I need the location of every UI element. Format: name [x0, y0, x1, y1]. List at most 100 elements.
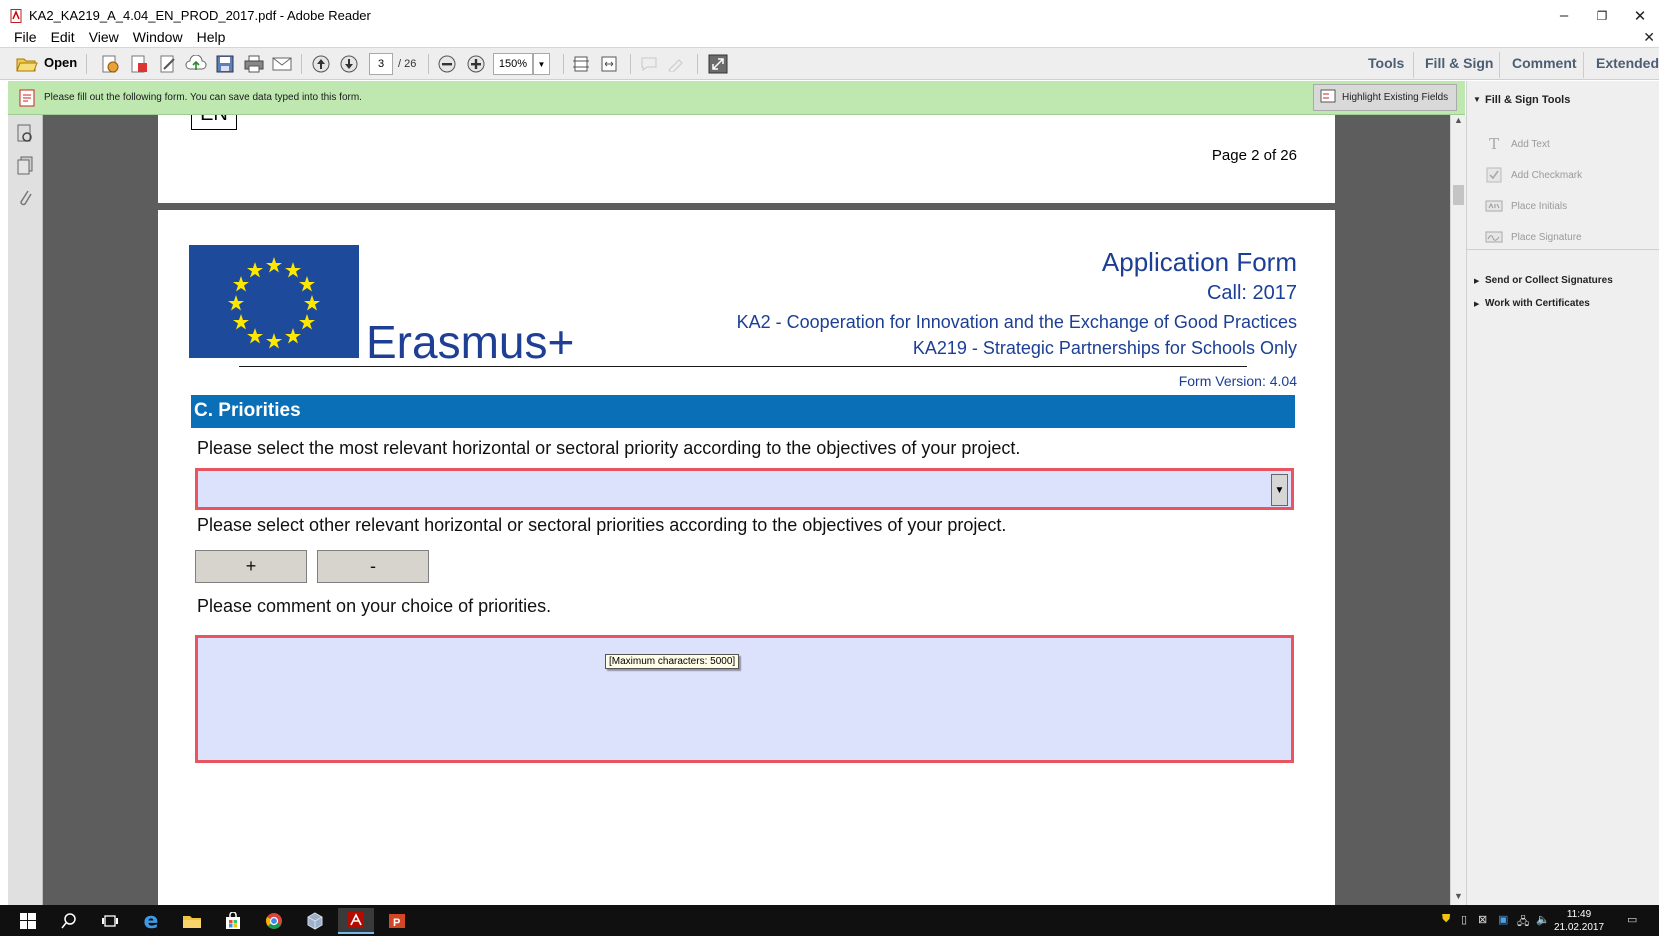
task-view-icon[interactable] [92, 908, 128, 934]
send-collect-signatures-section[interactable]: Send or Collect Signatures [1485, 275, 1613, 286]
form-action-ka2: KA2 - Cooperation for Innovation and the… [736, 312, 1297, 332]
comment-question: Please comment on your choice of priorit… [197, 596, 552, 616]
app-cube-icon[interactable] [297, 908, 333, 934]
priority-question: Please select the most relevant horizont… [197, 438, 1021, 458]
save-icon[interactable] [213, 53, 237, 75]
layers-icon[interactable] [16, 156, 36, 176]
document-viewport[interactable]: EN Page 2 of 26 [43, 115, 1450, 905]
expand-triangle-icon[interactable]: ▶ [1474, 300, 1479, 308]
menu-view[interactable]: View [89, 29, 119, 45]
fit-page-icon[interactable] [570, 53, 592, 75]
cloud-upload-icon[interactable] [184, 53, 208, 75]
eu-flag-logo [189, 245, 359, 358]
zoom-level-input[interactable]: 150% [493, 53, 533, 75]
windows-start-icon[interactable] [10, 908, 46, 934]
page-number-input[interactable]: 3 [369, 53, 393, 75]
dropdown-arrow-icon[interactable]: ▼ [1271, 474, 1288, 506]
page-number-label: Page 2 of 26 [1211, 147, 1297, 164]
window-title: KA2_KA219_A_4.04_EN_PROD_2017.pdf - Adob… [29, 8, 371, 23]
edit-pdf-icon[interactable] [156, 53, 180, 75]
collapse-triangle-icon[interactable]: ▼ [1473, 95, 1481, 104]
file-explorer-icon[interactable] [174, 908, 210, 934]
remove-priority-button[interactable]: - [317, 550, 429, 583]
language-code-box: EN [191, 115, 237, 130]
menu-window[interactable]: Window [133, 29, 183, 45]
next-page-icon[interactable] [338, 53, 360, 75]
fit-width-icon[interactable] [598, 53, 620, 75]
combine-files-icon[interactable] [127, 53, 151, 75]
scrollbar-thumb[interactable] [1453, 185, 1464, 205]
other-priorities-question: Please select other relevant horizontal … [197, 515, 1007, 535]
system-clock[interactable]: 11:49 21.02.2017 [1547, 908, 1611, 934]
add-priority-button[interactable]: + [195, 550, 307, 583]
extended-pane-button[interactable]: Extended [1596, 55, 1659, 71]
add-text-label: Add Text [1511, 138, 1550, 150]
previous-page-icon[interactable] [310, 53, 332, 75]
pdf-file-icon [9, 8, 23, 23]
open-button[interactable]: Open [44, 55, 77, 70]
chrome-icon[interactable] [256, 908, 292, 934]
place-signature-tool[interactable]: Place Signature [1485, 229, 1582, 245]
tray-app-icon[interactable]: ⊠ [1478, 913, 1487, 926]
header-divider [239, 366, 1247, 367]
previous-page: EN Page 2 of 26 [158, 115, 1335, 203]
add-checkmark-label: Add Checkmark [1511, 169, 1583, 181]
text-icon: T [1488, 135, 1499, 153]
security-shield-icon[interactable]: ⛊ [1442, 913, 1450, 926]
place-initials-tool[interactable]: Place Initials [1485, 198, 1567, 214]
fill-sign-pane-button[interactable]: Fill & Sign [1425, 55, 1493, 71]
section-header: C. Priorities [191, 395, 1295, 428]
battery-icon[interactable]: ▯ [1461, 913, 1467, 926]
highlight-fields-button[interactable]: Highlight Existing Fields [1313, 84, 1457, 111]
erasmus-plus-logo-text: Erasmus+ [366, 316, 575, 368]
menu-file[interactable]: File [14, 29, 37, 45]
create-pdf-icon[interactable] [98, 53, 122, 75]
initials-icon [1485, 200, 1503, 212]
priorities-comment-field[interactable]: [Maximum characters: 5000] [195, 635, 1294, 763]
vertical-scrollbar[interactable]: ▲ ▼ [1450, 115, 1466, 905]
comment-bubble-icon [638, 53, 660, 75]
panel-divider [1467, 249, 1659, 250]
main-priority-dropdown[interactable]: ▼ [195, 468, 1294, 510]
windows-taskbar: e P ⛊ ▯ ⊠ ▣ 🖧 🔈 11:49 21.02.2017 ▭ [0, 905, 1659, 936]
menu-help[interactable]: Help [197, 29, 226, 45]
fill-sign-tools-header[interactable]: Fill & Sign Tools [1485, 94, 1570, 106]
zoom-dropdown-icon[interactable]: ▼ [533, 53, 550, 75]
place-initials-label: Place Initials [1511, 200, 1568, 212]
print-icon[interactable] [242, 53, 266, 75]
add-text-tool[interactable]: T Add Text [1485, 135, 1550, 153]
left-navigation-pane [8, 115, 43, 905]
work-with-certificates-section[interactable]: Work with Certificates [1485, 298, 1590, 309]
max-characters-tooltip: [Maximum characters: 5000] [605, 654, 740, 669]
tools-pane-button[interactable]: Tools [1368, 55, 1404, 71]
expand-triangle-icon[interactable]: ▶ [1474, 277, 1479, 285]
open-folder-icon[interactable] [14, 53, 40, 75]
store-icon[interactable] [215, 908, 251, 934]
full-screen-icon[interactable] [706, 53, 730, 75]
page-thumbnails-icon[interactable] [16, 124, 36, 144]
fill-sign-panel: ▼ Fill & Sign Tools T Add Text Add Check… [1466, 81, 1659, 905]
zoom-out-icon[interactable] [436, 53, 458, 75]
comment-pane-button[interactable]: Comment [1512, 55, 1577, 71]
clock-date: 21.02.2017 [1553, 922, 1605, 933]
document-close-icon[interactable]: ✕ [1643, 29, 1655, 46]
clock-time: 11:49 [1566, 909, 1592, 920]
network-icon[interactable]: 🖧 [1517, 913, 1529, 932]
menu-edit[interactable]: Edit [51, 29, 75, 45]
edge-browser-icon[interactable]: e [133, 908, 169, 934]
scroll-down-icon[interactable]: ▼ [1454, 891, 1463, 901]
attachments-icon[interactable] [16, 188, 36, 208]
add-checkmark-tool[interactable]: Add Checkmark [1485, 167, 1582, 183]
adobe-reader-taskbar-icon[interactable] [338, 908, 374, 934]
adobe-reader-window: KA2_KA219_A_4.04_EN_PROD_2017.pdf - Adob… [0, 0, 1659, 936]
notifications-icon[interactable]: ▭ [1627, 913, 1637, 926]
form-title: Application Form [1101, 247, 1297, 277]
powerpoint-icon[interactable]: P [379, 908, 415, 934]
place-signature-label: Place Signature [1511, 231, 1582, 243]
search-icon[interactable] [51, 908, 87, 934]
email-icon[interactable] [270, 53, 294, 75]
highlight-fields-label: Highlight Existing Fields [1342, 92, 1449, 103]
tray-blue-app-icon[interactable]: ▣ [1498, 913, 1508, 926]
zoom-in-icon[interactable] [465, 53, 487, 75]
scroll-up-icon[interactable]: ▲ [1454, 115, 1463, 125]
